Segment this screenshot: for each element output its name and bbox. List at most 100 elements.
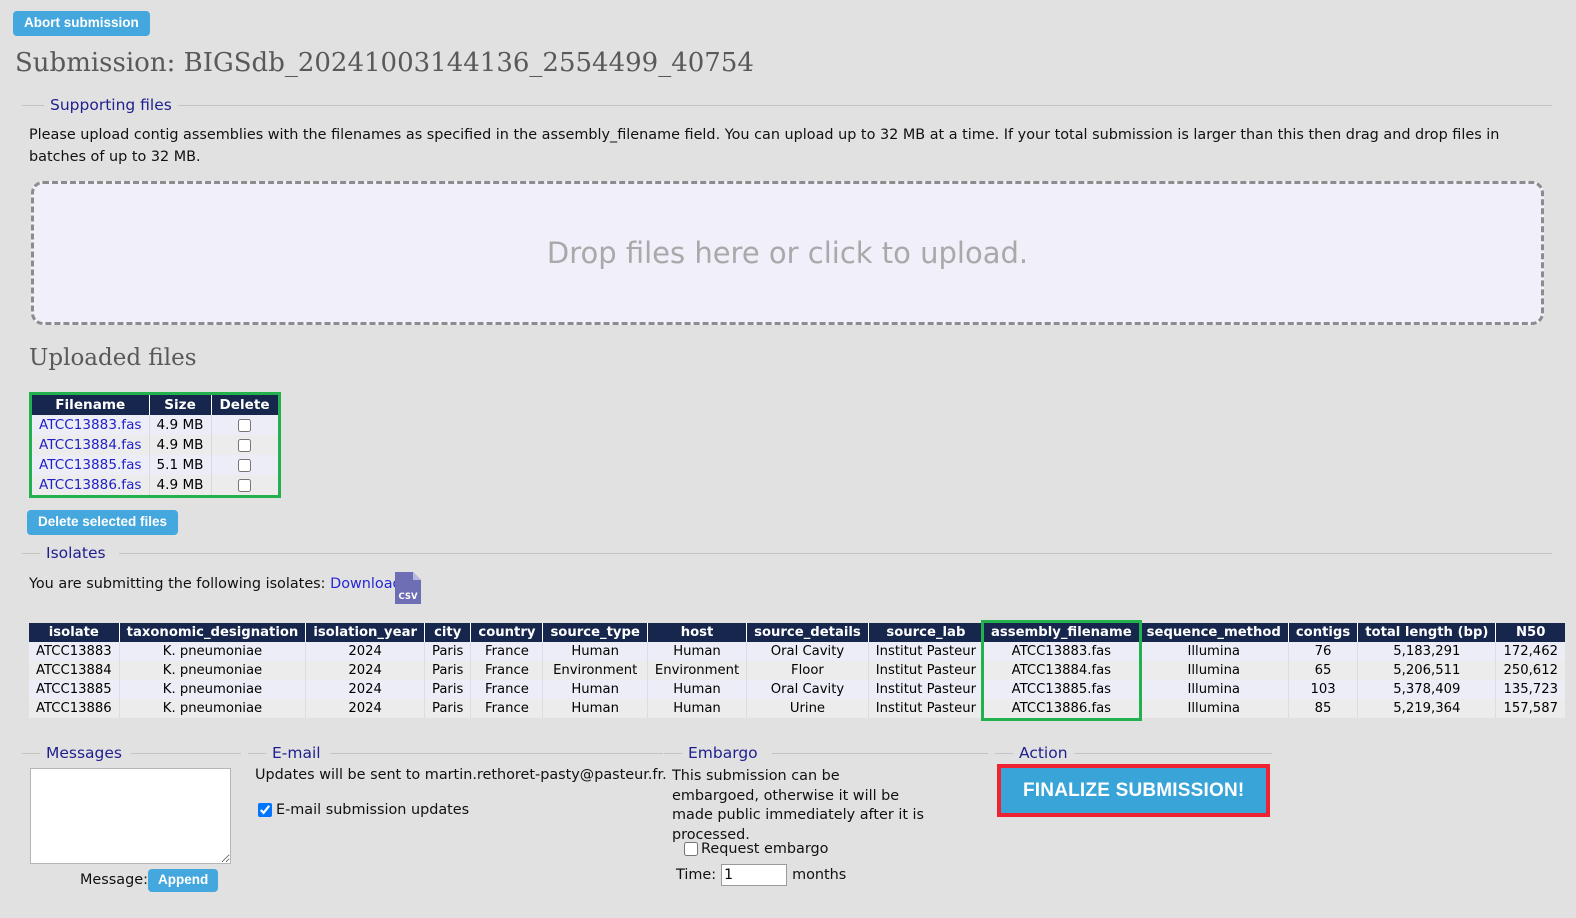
finalize-submission-button[interactable]: FINALIZE SUBMISSION! (1001, 768, 1267, 813)
cell-source-lab: Institut Pasteur (868, 661, 985, 680)
cell-source-details: Oral Cavity (746, 680, 869, 699)
file-size: 4.9 MB (149, 475, 212, 495)
isolates-table-wrap: isolate taxonomic_designation isolation_… (29, 623, 1565, 718)
embargo-legend: Embargo (682, 744, 764, 762)
column-header-n50: N50 (1495, 623, 1565, 642)
file-dropzone[interactable]: Drop files here or click to upload. (31, 181, 1544, 325)
csv-file-icon[interactable]: CSV (394, 571, 422, 605)
column-header-total-length: total length (bp) (1357, 623, 1497, 642)
cell-n50: 250,612 (1495, 661, 1565, 680)
delete-checkbox[interactable] (238, 419, 252, 432)
email-updates-row[interactable]: E-mail submission updates (258, 802, 469, 818)
delete-checkbox[interactable] (238, 459, 252, 472)
table-header-row: Filename Size Delete (32, 395, 278, 415)
isolates-intro-text: You are submitting the following isolate… (29, 576, 326, 592)
delete-checkbox[interactable] (238, 439, 252, 452)
cell-city: Paris (424, 642, 472, 661)
cell-total-length: 5,219,364 (1357, 699, 1497, 718)
download-link[interactable]: Download (330, 576, 402, 592)
delete-selected-files-button[interactable]: Delete selected files (27, 510, 179, 535)
cell-taxonomic-designation: K. pneumoniae (119, 642, 307, 661)
action-legend: Action (1013, 744, 1074, 762)
email-updates-checkbox[interactable] (258, 803, 272, 817)
embargo-time-input[interactable] (721, 864, 788, 886)
cell-isolate: ATCC13883 (29, 642, 120, 661)
cell-total-length: 5,378,409 (1357, 680, 1497, 699)
abort-submission-button[interactable]: Abort submission (13, 11, 150, 36)
supporting-files-rule-right (170, 105, 1552, 106)
column-header-contigs: contigs (1288, 623, 1359, 642)
cell-source-details: Urine (746, 699, 869, 718)
cell-taxonomic-designation: K. pneumoniae (119, 699, 307, 718)
embargo-time-label: Time: (676, 867, 717, 883)
request-embargo-label: Request embargo (701, 841, 829, 857)
supporting-files-legend: Supporting files (44, 96, 178, 114)
embargo-time-unit: months (792, 867, 847, 883)
uploaded-files-highlight: Filename Size Delete ATCC13883.fas 4.9 M… (29, 392, 281, 498)
cell-total-length: 5,183,291 (1357, 642, 1497, 661)
request-embargo-row[interactable]: Request embargo (684, 841, 828, 857)
cell-n50: 157,587 (1495, 699, 1565, 718)
cell-source-type: Human (542, 642, 648, 661)
cell-assembly-filename: ATCC13886.fas (983, 699, 1140, 718)
cell-sequence-method: Illumina (1139, 642, 1289, 661)
table-row: ATCC13883.fas 4.9 MB (32, 415, 278, 435)
messages-rule-right (131, 753, 241, 754)
column-header-assembly-filename: assembly_filename (983, 623, 1140, 642)
file-size: 4.9 MB (149, 435, 212, 455)
cell-source-lab: Institut Pasteur (868, 642, 985, 661)
email-rule-left (248, 753, 266, 754)
svg-text:CSV: CSV (398, 592, 418, 602)
file-link[interactable]: ATCC13885.fas (32, 455, 150, 475)
embargo-rule-right (772, 753, 988, 754)
cell-country: France (470, 699, 544, 718)
table-row: ATCC13885 K. pneumoniae 2024 Paris Franc… (29, 680, 1565, 699)
message-textarea[interactable] (30, 768, 231, 864)
delete-checkbox[interactable] (238, 479, 252, 492)
cell-n50: 135,723 (1495, 680, 1565, 699)
messages-legend: Messages (40, 744, 129, 762)
email-legend: E-mail (266, 744, 327, 762)
cell-isolate: ATCC13885 (29, 680, 120, 699)
file-delete-cell (211, 455, 278, 475)
cell-host: Human (647, 699, 748, 718)
column-header-host: host (647, 623, 748, 642)
append-message-button[interactable]: Append (148, 869, 219, 892)
file-delete-cell (211, 475, 278, 495)
cell-city: Paris (424, 699, 472, 718)
file-size: 4.9 MB (149, 415, 212, 435)
supporting-files-rule-left (22, 105, 44, 106)
upload-instructions: Please upload contig assemblies with the… (29, 127, 1500, 165)
column-header-isolation-year: isolation_year (305, 623, 425, 642)
file-link[interactable]: ATCC13884.fas (32, 435, 150, 455)
table-header-row: isolate taxonomic_designation isolation_… (29, 623, 1565, 642)
uploaded-files-heading: Uploaded files (29, 345, 197, 371)
column-header-country: country (470, 623, 544, 642)
file-delete-cell (211, 415, 278, 435)
column-header-taxonomic-designation: taxonomic_designation (119, 623, 307, 642)
cell-contigs: 65 (1288, 661, 1359, 680)
request-embargo-checkbox[interactable] (684, 842, 698, 856)
isolates-rule-left (22, 553, 40, 554)
cell-isolate: ATCC13884 (29, 661, 120, 680)
cell-country: France (470, 661, 544, 680)
cell-contigs: 103 (1288, 680, 1359, 699)
cell-source-lab: Institut Pasteur (868, 680, 985, 699)
cell-source-type: Human (542, 699, 648, 718)
column-header-source-details: source_details (746, 623, 869, 642)
column-header-delete: Delete (211, 395, 278, 415)
messages-rule-left (22, 753, 40, 754)
cell-taxonomic-designation: K. pneumoniae (119, 661, 307, 680)
cell-sequence-method: Illumina (1139, 661, 1289, 680)
email-notice: Updates will be sent to martin.rethoret-… (255, 767, 667, 783)
file-link[interactable]: ATCC13886.fas (32, 475, 150, 495)
column-header-city: city (424, 623, 472, 642)
cell-source-type: Human (542, 680, 648, 699)
cell-total-length: 5,206,511 (1357, 661, 1497, 680)
column-header-filename: Filename (32, 395, 150, 415)
cell-host: Human (647, 680, 748, 699)
cell-country: France (470, 642, 544, 661)
cell-sequence-method: Illumina (1139, 699, 1289, 718)
file-link[interactable]: ATCC13883.fas (32, 415, 150, 435)
dropzone-label: Drop files here or click to upload. (546, 236, 1029, 270)
